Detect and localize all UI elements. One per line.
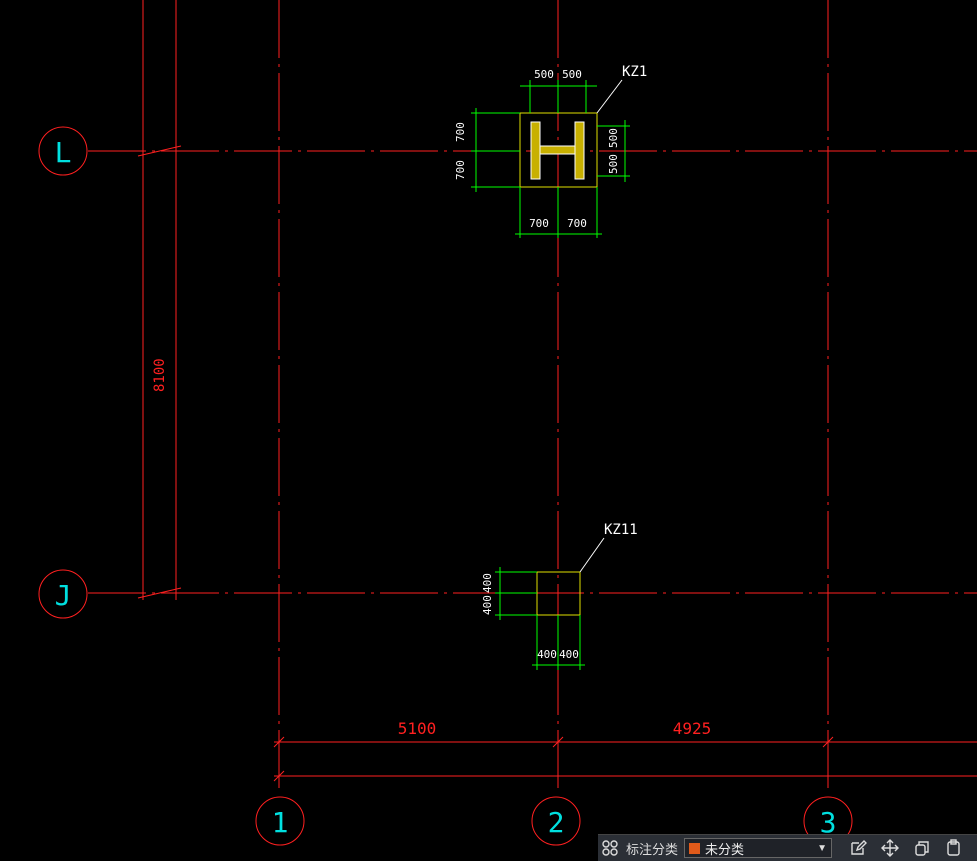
category-label: 标注分类 bbox=[626, 841, 679, 857]
edit-icon[interactable] bbox=[842, 836, 874, 860]
kz1-dim-right-upper: 500 bbox=[607, 128, 620, 148]
svg-text:L: L bbox=[55, 136, 72, 169]
annotation-toolbar: 标注分类 未分类 ▼ bbox=[598, 834, 977, 861]
kz11-label: KZ11 bbox=[604, 522, 638, 538]
kz11-dim-bottom-left: 400 bbox=[537, 648, 557, 661]
kz1-dim-left-upper: 700 bbox=[454, 122, 467, 142]
svg-text:2: 2 bbox=[548, 806, 565, 839]
kz1-leader-line bbox=[596, 79, 623, 114]
axis-bubble-2[interactable]: 2 bbox=[531, 796, 581, 846]
kz1-dim-right-lower: 500 bbox=[607, 154, 620, 174]
chevron-down-icon: ▼ bbox=[817, 842, 828, 854]
dimension-bottom-chain bbox=[273, 736, 977, 782]
kz11-leader-line bbox=[579, 537, 605, 573]
axis-bubble-1[interactable]: 1 bbox=[255, 796, 305, 846]
svg-text:1: 1 bbox=[272, 806, 289, 839]
paste-icon[interactable] bbox=[938, 836, 970, 860]
axis-bubble-J[interactable]: J bbox=[38, 569, 88, 619]
dimension-text-5100: 5100 bbox=[398, 719, 437, 738]
kz1-label: KZ1 bbox=[622, 64, 647, 80]
kz1-dim-bottom-right: 700 bbox=[567, 217, 587, 230]
kz11-dim-left-upper: 400 bbox=[481, 573, 494, 593]
dimension-text-8100: 8100 bbox=[152, 358, 168, 392]
kz1-dim-top-right: 500 bbox=[562, 68, 582, 81]
category-color-swatch bbox=[689, 842, 701, 854]
axis-bubble-L[interactable]: L bbox=[38, 126, 88, 176]
grid-icon[interactable] bbox=[598, 836, 622, 860]
cad-drawing-canvas[interactable]: 8100 5100 4925 L J 1 2 3 KZ1 500 500 700… bbox=[0, 0, 977, 861]
kz1-dim-top-left: 500 bbox=[534, 68, 554, 81]
dimension-left-vertical bbox=[137, 0, 182, 600]
svg-text:J: J bbox=[55, 579, 72, 612]
category-dropdown[interactable]: 未分类 ▼ bbox=[684, 838, 833, 858]
move-icon[interactable] bbox=[874, 836, 906, 860]
kz1-dim-left-lower: 700 bbox=[454, 160, 467, 180]
copy-icon[interactable] bbox=[906, 836, 938, 860]
kz11-dim-bottom-right: 400 bbox=[559, 648, 579, 661]
kz11-dim-left-lower: 400 bbox=[481, 595, 494, 615]
dimension-text-4925: 4925 bbox=[673, 719, 712, 738]
category-dropdown-value: 未分类 bbox=[705, 841, 745, 857]
kz1-dim-bottom-left: 700 bbox=[529, 217, 549, 230]
